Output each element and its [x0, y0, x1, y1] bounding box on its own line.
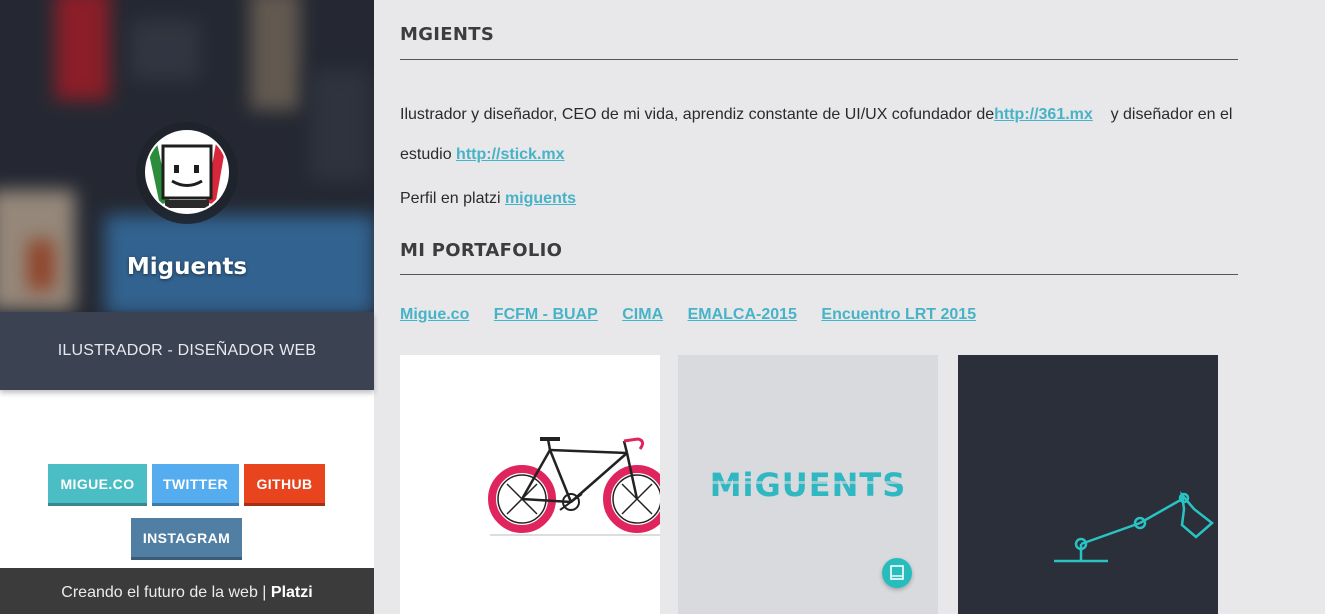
book-icon — [890, 565, 904, 580]
tab-emalca-2015[interactable]: EMALCA-2015 — [688, 306, 797, 323]
profile-sidebar: Miguents ILUSTRADOR - DISEÑADOR WEB MIGU… — [0, 0, 374, 614]
platzi-label: Perfil en platzi — [400, 190, 501, 207]
portfolio-card-miguents-logo[interactable]: MiGUENTS — [678, 355, 938, 614]
link-361-mx[interactable]: http://361.mx — [994, 106, 1093, 123]
instagram-button[interactable]: INSTAGRAM — [131, 518, 242, 560]
profile-role: ILUSTRADOR - DISEÑADOR WEB — [57, 342, 317, 359]
bio-paragraph: Ilustrador y diseñador, CEO de mi vida, … — [400, 95, 1280, 175]
avatar — [145, 130, 229, 214]
portfolio-tabs: Migue.co FCFM - BUAP CIMA EMALCA-2015 En… — [400, 306, 996, 324]
footer-brand: Platzi — [270, 584, 313, 601]
github-button[interactable]: GITHUB — [244, 464, 325, 506]
about-title: MGIENTS — [400, 24, 495, 45]
about-divider — [400, 59, 1238, 60]
tab-fcfm-buap[interactable]: FCFM - BUAP — [494, 306, 598, 323]
profile-name: Miguents — [126, 254, 248, 280]
migue-co-button[interactable]: MIGUE.CO — [48, 464, 147, 506]
portfolio-title: MI PORTAFOLIO — [400, 240, 563, 261]
avatar-face-icon — [147, 132, 227, 212]
bio-text-1: Ilustrador y diseñador, CEO de mi vida, … — [400, 106, 995, 123]
portfolio-card-bicycle[interactable] — [400, 355, 660, 614]
tab-encuentro-lrt-2015[interactable]: Encuentro LRT 2015 — [821, 306, 976, 323]
miguents-logo-text: MiGUENTS — [710, 466, 907, 504]
footer-text: Creando el futuro de la web | Platzi — [0, 584, 374, 602]
link-stick-mx[interactable]: http://stick.mx — [456, 146, 564, 163]
twitter-button[interactable]: TWITTER — [152, 464, 239, 506]
platzi-profile-link[interactable]: miguents — [505, 190, 576, 207]
tab-cima[interactable]: CIMA — [622, 306, 663, 323]
bicycle-icon — [488, 437, 660, 536]
role-banner: ILUSTRADOR - DISEÑADOR WEB — [0, 312, 374, 390]
portfolio-card-desk-lamp[interactable] — [958, 355, 1218, 614]
platzi-profile-line: Perfil en platzi miguents — [400, 190, 1280, 208]
footer-tagline: Creando el futuro de la web | — [61, 584, 267, 601]
desk-lamp-icon — [1054, 490, 1214, 563]
book-icon-button[interactable] — [882, 558, 912, 588]
footer: Creando el futuro de la web | Platzi — [0, 568, 374, 614]
tab-migue-co[interactable]: Migue.co — [400, 306, 469, 323]
portfolio-divider — [400, 274, 1238, 275]
